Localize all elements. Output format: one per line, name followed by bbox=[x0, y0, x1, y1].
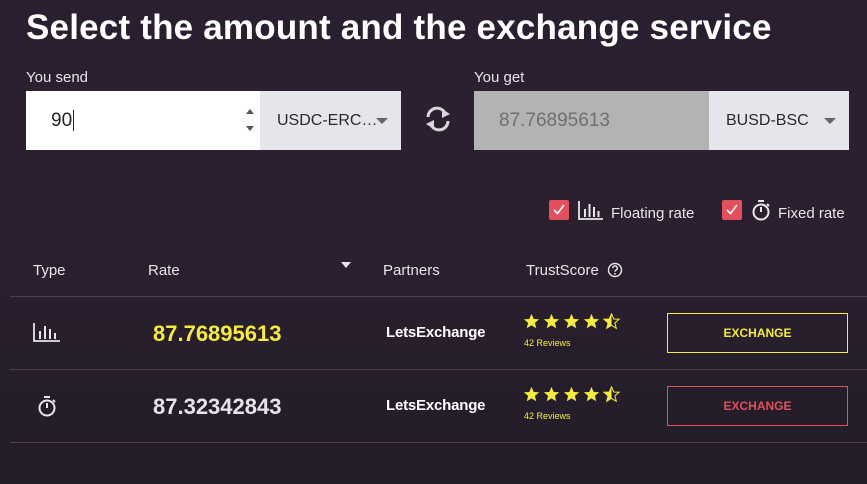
divider bbox=[10, 442, 867, 443]
chevron-down-icon bbox=[824, 118, 836, 124]
stopwatch-icon bbox=[38, 396, 56, 417]
swap-arrows-icon bbox=[426, 106, 450, 132]
reviews-count[interactable]: 42 Reviews bbox=[524, 338, 571, 348]
checkmark-icon bbox=[726, 204, 738, 215]
header-rate[interactable]: Rate bbox=[148, 262, 180, 279]
checkmark-icon bbox=[553, 204, 565, 215]
send-box: 90 USDC-ERC… bbox=[26, 91, 401, 150]
stopwatch-icon bbox=[752, 199, 770, 220]
swap-button[interactable] bbox=[423, 104, 453, 134]
send-amount-value: 90 bbox=[51, 109, 73, 131]
spinner-up-icon[interactable] bbox=[246, 109, 254, 114]
star-icon bbox=[563, 313, 580, 329]
header-type: Type bbox=[33, 262, 66, 279]
header-trustscore: TrustScore bbox=[526, 262, 599, 279]
fixed-rate-label: Fixed rate bbox=[778, 205, 845, 222]
exchange-button[interactable]: EXCHANGE bbox=[667, 313, 848, 353]
send-currency-label: USDC-ERC… bbox=[277, 111, 378, 129]
star-icon bbox=[523, 386, 540, 402]
half-star-icon bbox=[603, 386, 620, 403]
star-icon bbox=[583, 386, 600, 402]
rate-value: 87.76895613 bbox=[153, 321, 282, 346]
get-box: 87.76895613 BUSD-BSC bbox=[474, 91, 849, 150]
chevron-down-icon bbox=[376, 118, 388, 124]
trust-stars bbox=[523, 313, 620, 330]
floating-rate-filter[interactable]: Floating rate bbox=[549, 197, 694, 222]
get-currency-label: BUSD-BSC bbox=[726, 111, 809, 129]
table-header: Type Rate Partners TrustScore bbox=[0, 262, 867, 282]
trust-stars bbox=[523, 386, 620, 403]
help-circle-icon[interactable] bbox=[607, 262, 623, 278]
floating-rate-label: Floating rate bbox=[611, 205, 695, 222]
rate-value: 87.32342843 bbox=[153, 394, 282, 419]
text-caret bbox=[73, 110, 75, 131]
header-partners: Partners bbox=[383, 262, 440, 279]
fixed-rate-checkbox[interactable] bbox=[722, 199, 742, 220]
partner-name: LetsExchange bbox=[386, 324, 486, 341]
star-icon bbox=[543, 313, 560, 329]
floating-rate-checkbox[interactable] bbox=[549, 199, 569, 220]
get-amount-value: 87.76895613 bbox=[499, 109, 610, 131]
table-row: 87.76895613 LetsExchange 42 Reviews EXCH… bbox=[0, 297, 867, 370]
sort-down-icon[interactable] bbox=[341, 262, 351, 268]
star-icon bbox=[543, 386, 560, 402]
star-icon bbox=[583, 313, 600, 329]
star-icon bbox=[523, 313, 540, 329]
number-spinner[interactable] bbox=[245, 109, 255, 131]
bar-chart-icon bbox=[578, 200, 603, 220]
page-title: Select the amount and the exchange servi… bbox=[26, 8, 772, 47]
spinner-down-icon[interactable] bbox=[246, 126, 254, 131]
send-amount-input[interactable]: 90 bbox=[26, 91, 260, 150]
reviews-count[interactable]: 42 Reviews bbox=[524, 411, 571, 421]
half-star-icon bbox=[603, 313, 620, 330]
get-label: You get bbox=[474, 69, 525, 86]
exchange-button[interactable]: EXCHANGE bbox=[667, 386, 848, 426]
partner-name: LetsExchange bbox=[386, 397, 486, 414]
get-amount-output: 87.76895613 bbox=[474, 91, 709, 150]
table-row: 87.32342843 LetsExchange 42 Reviews EXCH… bbox=[0, 370, 867, 443]
send-label: You send bbox=[26, 69, 89, 86]
fixed-rate-filter[interactable]: Fixed rate bbox=[722, 197, 845, 222]
star-icon bbox=[563, 386, 580, 402]
bar-chart-icon bbox=[33, 323, 60, 342]
get-currency-select[interactable]: BUSD-BSC bbox=[709, 91, 849, 150]
send-currency-select[interactable]: USDC-ERC… bbox=[260, 91, 401, 150]
